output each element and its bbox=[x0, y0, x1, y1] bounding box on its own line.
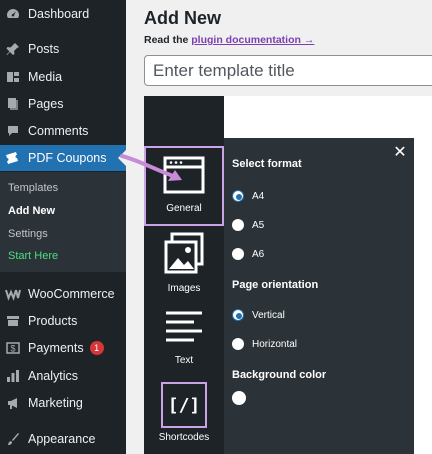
menu-item-woocommerce[interactable]: WooCommerce bbox=[0, 281, 126, 307]
pin-icon bbox=[5, 41, 21, 57]
format-settings-panel: Select format A4 A5 A6 Page orientation … bbox=[224, 138, 414, 454]
select-format-heading: Select format bbox=[232, 158, 302, 170]
editor-canvas[interactable] bbox=[224, 96, 432, 138]
format-option-a4[interactable]: A4 bbox=[232, 190, 264, 202]
radio-button[interactable] bbox=[232, 190, 244, 202]
background-color-heading: Background color bbox=[232, 369, 327, 381]
radio-label: A4 bbox=[252, 190, 265, 202]
menu-label: Payments bbox=[28, 341, 84, 355]
documentation-line: Read the plugin documentation → bbox=[144, 34, 314, 46]
svg-text:$: $ bbox=[10, 344, 15, 354]
menu-item-pdf-coupons[interactable]: PDF Coupons bbox=[0, 145, 126, 171]
radio-button[interactable] bbox=[232, 338, 244, 350]
radio-label: A6 bbox=[252, 248, 265, 260]
notification-badge: 1 bbox=[89, 341, 104, 355]
dollar-icon: $ bbox=[5, 340, 21, 356]
submenu-add-new[interactable]: Add New bbox=[8, 205, 55, 217]
tool-images[interactable]: Images bbox=[144, 232, 224, 294]
radio-button[interactable] bbox=[232, 309, 244, 321]
radio-label: Vertical bbox=[252, 309, 285, 321]
pages-icon bbox=[5, 96, 21, 112]
background-color-swatch[interactable] bbox=[232, 391, 246, 405]
orientation-option-horizontal[interactable]: Horizontal bbox=[232, 338, 297, 350]
menu-label: Pages bbox=[28, 97, 64, 111]
image-icon bbox=[164, 232, 204, 279]
radio-label: A5 bbox=[252, 219, 265, 231]
menu-item-products[interactable]: Products bbox=[0, 308, 126, 334]
menu-item-posts[interactable]: Posts bbox=[0, 36, 126, 62]
orientation-option-vertical[interactable]: Vertical bbox=[232, 309, 285, 321]
menu-item-payments[interactable]: $ Payments 1 bbox=[0, 335, 126, 361]
menu-label: PDF Coupons bbox=[28, 151, 107, 165]
doc-prefix: Read the bbox=[144, 34, 189, 46]
menu-item-appearance[interactable]: Appearance bbox=[0, 426, 126, 452]
menu-label: Analytics bbox=[28, 369, 79, 383]
radio-button[interactable] bbox=[232, 219, 244, 231]
radio-button[interactable] bbox=[232, 248, 244, 260]
admin-sidebar: Dashboard Posts Media Pages Comments PDF… bbox=[0, 0, 126, 454]
format-option-a6[interactable]: A6 bbox=[232, 248, 264, 260]
close-icon[interactable]: ✕ bbox=[392, 145, 408, 161]
editor-canvas-edge bbox=[414, 138, 432, 454]
tool-label: Images bbox=[167, 283, 201, 294]
tool-label: Shortcodes bbox=[158, 432, 210, 443]
template-title-input[interactable] bbox=[144, 55, 432, 86]
radio-label: Horizontal bbox=[252, 338, 298, 350]
submenu-templates[interactable]: Templates bbox=[8, 182, 58, 194]
menu-label: Posts bbox=[28, 42, 60, 56]
tool-shortcodes[interactable]: [/] Shortcodes bbox=[144, 382, 224, 450]
menu-label: Products bbox=[28, 314, 78, 328]
menu-label: WooCommerce bbox=[28, 287, 115, 301]
menu-item-comments[interactable]: Comments bbox=[0, 118, 126, 144]
text-lines-icon bbox=[164, 310, 204, 351]
menu-item-analytics[interactable]: Analytics bbox=[0, 363, 126, 389]
page-title: Add New bbox=[144, 8, 222, 28]
menu-label: Marketing bbox=[28, 396, 83, 410]
megaphone-icon bbox=[5, 395, 21, 411]
format-option-a5[interactable]: A5 bbox=[232, 219, 264, 231]
ticket-icon bbox=[5, 150, 21, 166]
tool-label: General bbox=[166, 203, 202, 214]
menu-item-marketing[interactable]: Marketing bbox=[0, 390, 126, 416]
page-orientation-heading: Page orientation bbox=[232, 279, 319, 291]
comment-icon bbox=[5, 123, 21, 139]
menu-label: Dashboard bbox=[28, 7, 90, 21]
menu-item-media[interactable]: Media bbox=[0, 64, 126, 90]
media-icon bbox=[5, 69, 21, 85]
shortcode-icon: [/] bbox=[161, 382, 207, 428]
dashboard-icon bbox=[5, 6, 21, 22]
menu-label: Media bbox=[28, 70, 63, 84]
submenu-settings[interactable]: Settings bbox=[8, 228, 48, 240]
archive-icon bbox=[5, 313, 21, 329]
bar-chart-icon bbox=[5, 368, 21, 384]
pdf-coupons-submenu: Templates Add New Settings Start Here bbox=[0, 172, 126, 272]
tool-text[interactable]: Text bbox=[144, 310, 224, 368]
menu-item-pages[interactable]: Pages bbox=[0, 91, 126, 117]
plugin-documentation-link[interactable]: plugin documentation → bbox=[191, 34, 314, 46]
menu-item-dashboard[interactable]: Dashboard bbox=[0, 1, 126, 27]
menu-label: Comments bbox=[28, 124, 89, 138]
annotation-arrow bbox=[120, 154, 182, 181]
woo-icon bbox=[5, 286, 21, 302]
menu-label: Appearance bbox=[28, 432, 96, 446]
brush-icon bbox=[5, 431, 21, 447]
tool-label: Text bbox=[174, 355, 194, 366]
submenu-start-here[interactable]: Start Here bbox=[8, 250, 58, 262]
